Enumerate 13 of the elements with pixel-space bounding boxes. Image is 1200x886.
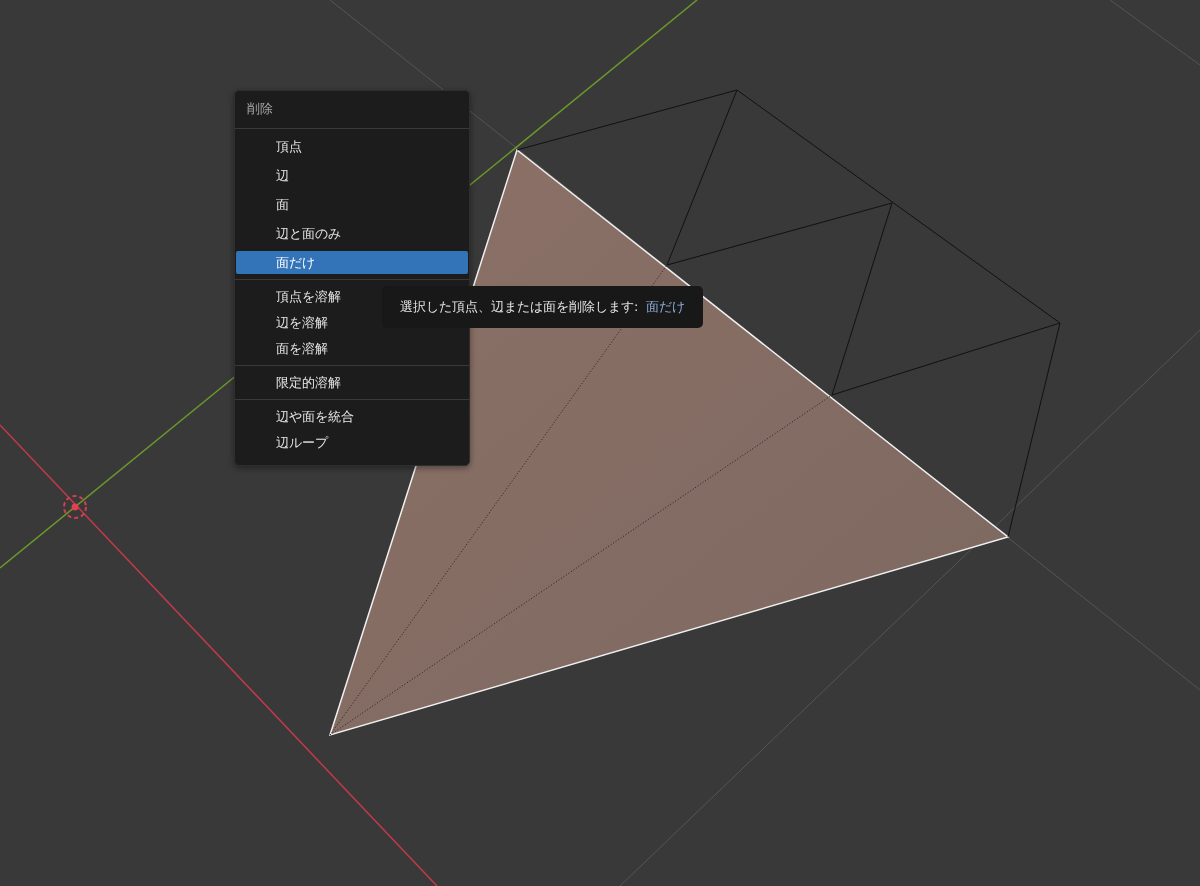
menu-item[interactable]: 辺と面のみ: [236, 222, 468, 245]
menu-item[interactable]: 面を溶解: [236, 337, 468, 360]
menu-item[interactable]: 面: [236, 193, 468, 216]
menu-item[interactable]: 面だけ: [236, 251, 468, 274]
tooltip-description: 選択した頂点、辺または面を削除します:: [400, 298, 639, 316]
menu-item[interactable]: 辺: [236, 164, 468, 187]
menu-title: 削除: [246, 100, 274, 118]
menu-item[interactable]: 辺や面を統合: [236, 405, 468, 428]
menu-item[interactable]: 限定的溶解: [236, 371, 468, 394]
tooltip-value: 面だけ: [646, 298, 686, 316]
menu-item[interactable]: 辺ループ: [236, 431, 468, 454]
menu-item[interactable]: 頂点: [236, 135, 468, 158]
3d-cursor-icon: [63, 495, 87, 519]
